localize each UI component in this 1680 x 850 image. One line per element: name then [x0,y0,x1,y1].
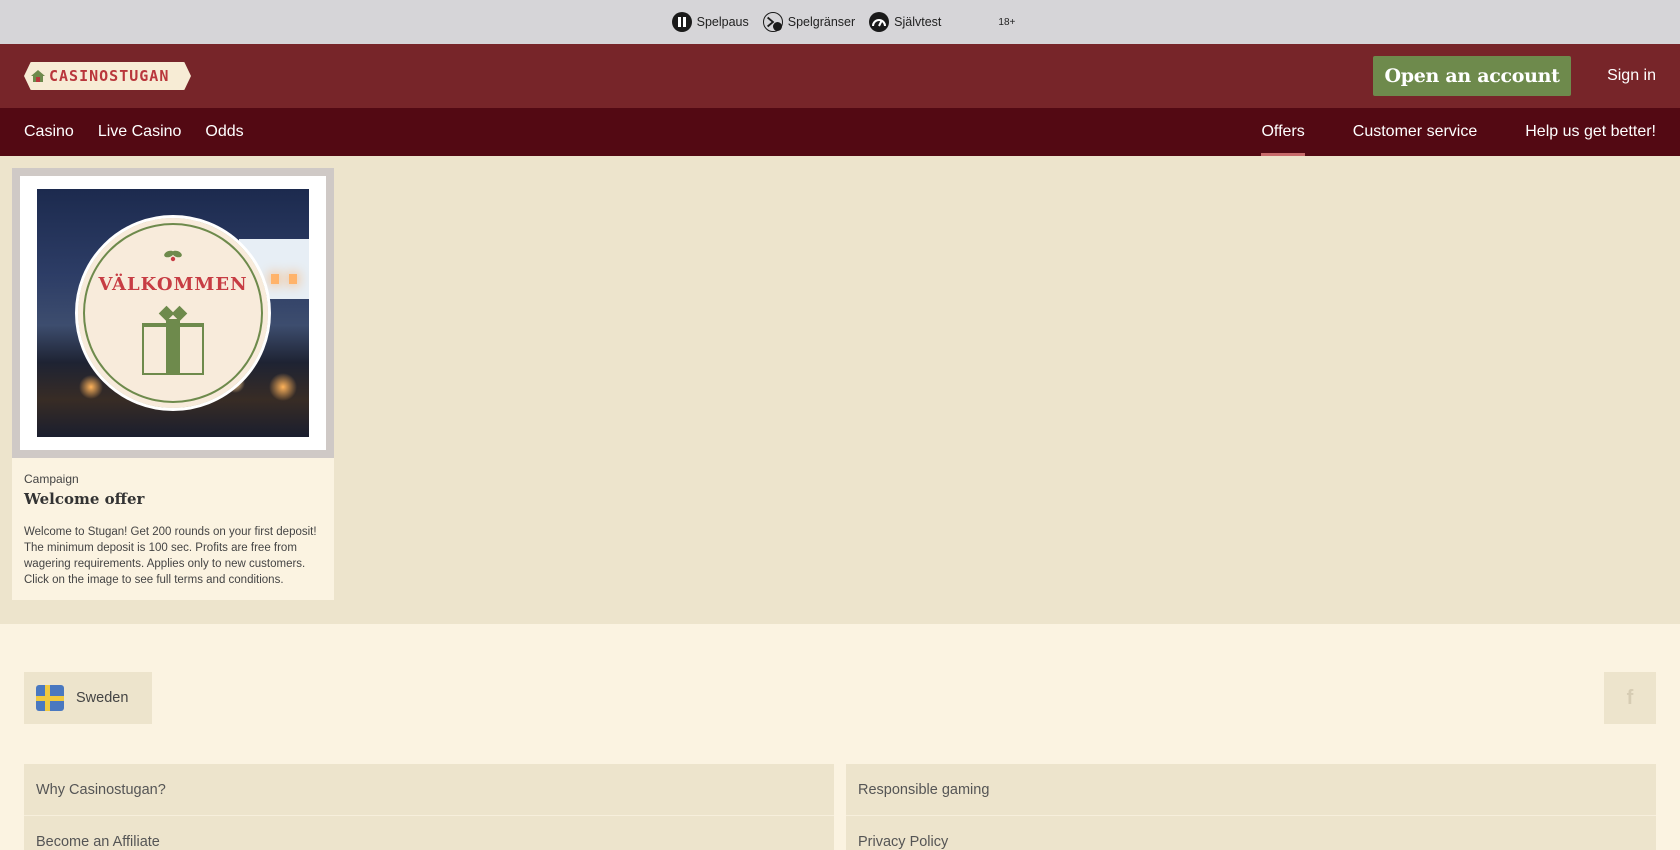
spelpaus-link[interactable]: Spelpaus [671,12,749,32]
offer-tag: Campaign [24,472,79,486]
limit-gauge-icon [762,12,783,32]
footer-links-right: Responsible gaming Privacy Policy [846,764,1656,850]
footer-links-left: Why Casinostugan? Become an Affiliate [24,764,834,850]
nav-odds[interactable]: Odds [205,123,243,141]
facebook-button[interactable]: f [1604,672,1656,724]
badge-text: VÄLKOMMEN [98,274,248,295]
link-responsible-gaming[interactable]: Responsible gaming [846,764,1656,816]
logo-text: CASINOSTUGAN [49,67,170,85]
welcome-badge: VÄLKOMMEN [75,215,271,411]
age-limit-badge: 18+ [998,16,1016,28]
offer-card-body: Campaign Welcome offer Welcome to Stugan… [12,458,334,600]
image-frame: VÄLKOMMEN [20,176,326,450]
cabin-window [289,274,297,284]
house-icon [31,70,45,82]
nav-live-casino[interactable]: Live Casino [98,123,182,141]
offer-description: Welcome to Stugan! Get 200 rounds on you… [24,526,317,586]
nav-casino[interactable]: Casino [24,123,74,141]
nav-help-us-get-better[interactable]: Help us get better! [1525,108,1656,156]
holly-icon [164,250,182,262]
site-footer: Sweden f Why Casinostugan? Become an Aff… [0,624,1680,850]
spelgranser-label: Spelgränser [787,15,856,29]
responsible-gaming-bar: Spelpaus Spelgränser Självtest 18+ [0,0,1680,44]
speedometer-icon [869,12,890,32]
offer-image[interactable]: VÄLKOMMEN [12,168,334,458]
link-privacy-policy[interactable]: Privacy Policy [846,816,1656,850]
site-logo[interactable]: CASINOSTUGAN [24,62,191,90]
site-header: CASINOSTUGAN Open an account Sign in [0,44,1680,108]
language-label: Sweden [76,690,129,706]
facebook-icon: f [1626,686,1634,709]
main-nav: Casino Live Casino Odds Offers Customer … [0,108,1680,156]
language-selector[interactable]: Sweden [24,672,152,724]
spelpaus-label: Spelpaus [696,15,749,29]
pause-icon [671,12,692,32]
nav-customer-service[interactable]: Customer service [1353,108,1477,156]
spelgranser-link[interactable]: Spelgränser [762,12,856,32]
winter-scene-image: VÄLKOMMEN [37,189,309,437]
offers-section: VÄLKOMMEN Campaign Welcome offer Welcome… [0,156,1680,624]
sign-in-link[interactable]: Sign in [1607,67,1656,85]
sjalvtest-link[interactable]: Självtest [869,12,941,32]
footer-links: Why Casinostugan? Become an Affiliate Re… [24,764,1656,850]
nav-offers[interactable]: Offers [1261,108,1306,156]
link-become-affiliate[interactable]: Become an Affiliate [24,816,834,850]
sjalvtest-label: Självtest [894,15,942,29]
sweden-flag-icon [36,685,64,711]
offer-title: Welcome offer [24,490,145,508]
cabin-window [271,274,279,284]
offer-card[interactable]: VÄLKOMMEN Campaign Welcome offer Welcome… [12,168,334,600]
link-why-casinostugan[interactable]: Why Casinostugan? [24,764,834,816]
open-account-button[interactable]: Open an account [1373,56,1572,96]
gift-icon [142,305,204,375]
